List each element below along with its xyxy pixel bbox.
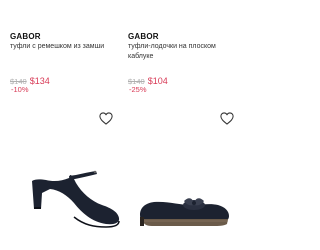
favorite-button[interactable]: [99, 112, 113, 125]
product-title[interactable]: туфли-лодочки на плоском каблуке: [128, 42, 243, 62]
favorite-button[interactable]: [220, 112, 234, 125]
product-brand: GABOR: [128, 32, 159, 41]
price-row: $140 $134: [10, 71, 50, 86]
heart-icon: [220, 112, 234, 125]
product-brand: GABOR: [10, 32, 41, 41]
sale-price: $104: [147, 76, 168, 86]
product-card[interactable]: GABOR туфли-лодочки на плоском каблуке $…: [128, 0, 245, 250]
heart-icon: [99, 112, 113, 125]
product-image[interactable]: [10, 135, 127, 235]
product-title[interactable]: туфли с ремешком из замши: [10, 42, 125, 52]
sale-price: $134: [29, 76, 50, 86]
product-card[interactable]: GABOR туфли с ремешком из замши $140 $134…: [10, 0, 127, 250]
product-image[interactable]: [128, 135, 245, 235]
price-row: $140 $104: [128, 71, 168, 86]
discount-badge: -10%: [11, 85, 29, 94]
discount-badge: -25%: [129, 85, 147, 94]
